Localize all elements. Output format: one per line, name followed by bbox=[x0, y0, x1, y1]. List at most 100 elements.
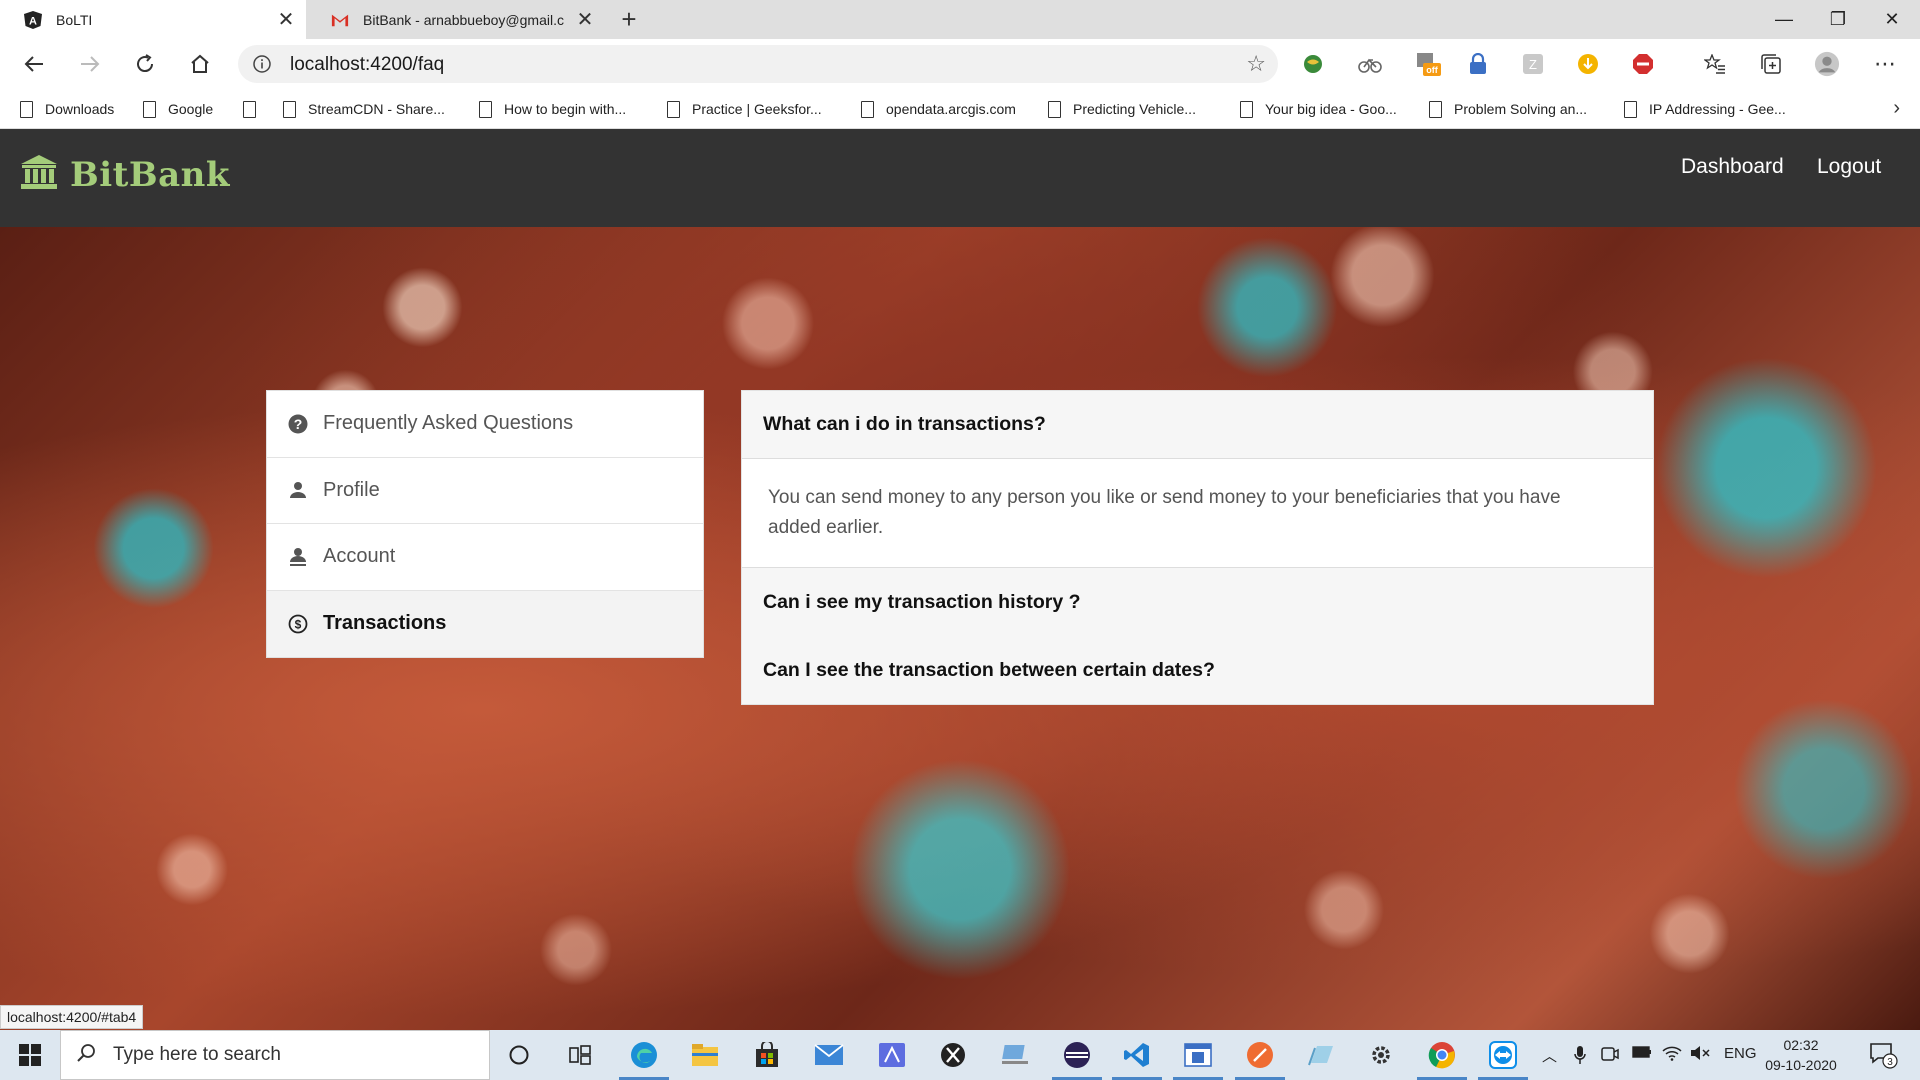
browser-tab-gmail[interactable]: BitBank - arnabbueboy@gmail.c ✕ bbox=[307, 0, 605, 39]
bookmark-item[interactable]: StreamCDN - Share... bbox=[283, 89, 445, 129]
collections-icon[interactable] bbox=[1758, 51, 1784, 77]
taskbar-search-box[interactable]: Type here to search bbox=[60, 1030, 490, 1080]
wifi-icon[interactable] bbox=[1662, 1045, 1682, 1065]
browser-tab-bar: A BoLTI ✕ BitBank - arnabbueboy@gmail.c … bbox=[0, 0, 1920, 39]
brand-name: BitBank bbox=[70, 154, 230, 195]
sidebar-item-faq[interactable]: ? Frequently Asked Questions bbox=[267, 391, 703, 458]
gmail-favicon-icon bbox=[331, 11, 349, 29]
site-info-icon[interactable] bbox=[252, 54, 272, 79]
volume-muted-icon[interactable] bbox=[1690, 1045, 1710, 1065]
clock-time: 02:32 bbox=[1783, 1037, 1819, 1053]
file-explorer-icon[interactable] bbox=[688, 1038, 722, 1072]
person-icon bbox=[287, 479, 309, 501]
back-button[interactable] bbox=[16, 46, 52, 82]
favorites-list-icon[interactable] bbox=[1702, 51, 1728, 77]
cortana-icon[interactable] bbox=[502, 1038, 536, 1072]
faq-question[interactable]: What can i do in transactions? bbox=[742, 391, 1653, 459]
faq-question[interactable]: Can i see my transaction history ? bbox=[742, 568, 1653, 636]
tab-close-icon[interactable]: ✕ bbox=[573, 7, 597, 32]
extension-globe-icon[interactable] bbox=[1300, 51, 1326, 77]
notification-center-icon[interactable]: 3 bbox=[1866, 1038, 1900, 1072]
microphone-icon[interactable] bbox=[1574, 1045, 1586, 1069]
chrome-icon[interactable] bbox=[1417, 1038, 1467, 1080]
sidebar-item-profile[interactable]: Profile bbox=[267, 458, 703, 524]
page-icon bbox=[283, 100, 296, 118]
url-bar[interactable]: localhost:4200/faq ☆ bbox=[238, 45, 1278, 83]
language-indicator[interactable]: ENG bbox=[1724, 1045, 1757, 1062]
favorite-star-icon[interactable]: ☆ bbox=[1246, 51, 1266, 77]
bookmark-item[interactable]: Practice | Geeksfor... bbox=[667, 89, 822, 129]
nav-logout-link[interactable]: Logout bbox=[1817, 155, 1881, 179]
extension-badge: off bbox=[1426, 65, 1438, 75]
chevron-up-icon[interactable]: ︿ bbox=[1542, 1045, 1557, 1066]
app-navbar: BitBank Dashboard Logout bbox=[0, 129, 1920, 227]
question-circle-icon: ? bbox=[287, 413, 309, 435]
person-account-icon bbox=[287, 546, 309, 568]
bookmark-item[interactable]: Downloads bbox=[20, 89, 114, 129]
start-button[interactable] bbox=[0, 1030, 60, 1080]
mail-icon[interactable] bbox=[812, 1038, 846, 1072]
home-button[interactable] bbox=[182, 46, 218, 82]
extension-download-icon[interactable] bbox=[1575, 51, 1601, 77]
bookmark-item[interactable]: How to begin with... bbox=[479, 89, 626, 129]
extension-coupon-icon[interactable]: off bbox=[1415, 51, 1441, 77]
sidebar-item-transactions[interactable]: $ Transactions bbox=[267, 590, 703, 657]
battery-icon[interactable] bbox=[1632, 1045, 1652, 1062]
faq-accordion: What can i do in transactions? You can s… bbox=[741, 390, 1654, 705]
bookmark-item[interactable]: Your big idea - Goo... bbox=[1240, 89, 1397, 129]
teamviewer-icon[interactable] bbox=[1478, 1038, 1528, 1080]
page-icon bbox=[1429, 100, 1442, 118]
tab-title: BoLTI bbox=[56, 11, 93, 28]
sidebar-item-label: Frequently Asked Questions bbox=[323, 412, 574, 435]
sidebar-item-label: Account bbox=[323, 545, 396, 568]
page-icon bbox=[667, 100, 680, 118]
bookmark-item[interactable] bbox=[243, 89, 268, 129]
forward-button[interactable] bbox=[72, 46, 108, 82]
store-icon[interactable] bbox=[750, 1038, 784, 1072]
postman-icon[interactable] bbox=[1235, 1038, 1285, 1080]
task-view-icon[interactable] bbox=[563, 1038, 597, 1072]
minimize-button[interactable]: — bbox=[1757, 0, 1811, 39]
url-text[interactable]: localhost:4200/faq bbox=[290, 54, 444, 76]
nav-dashboard-link[interactable]: Dashboard bbox=[1681, 155, 1784, 179]
vscode-icon[interactable] bbox=[1112, 1038, 1162, 1080]
extension-gray-icon[interactable]: Z bbox=[1520, 51, 1546, 77]
bookmark-item[interactable]: Google bbox=[143, 89, 213, 129]
more-menu-icon[interactable]: ⋯ bbox=[1872, 51, 1898, 77]
system-clock[interactable]: 02:32 09-10-2020 bbox=[1762, 1035, 1840, 1075]
edge-browser-icon[interactable] bbox=[619, 1038, 669, 1080]
page-icon bbox=[1624, 100, 1637, 118]
faq-question[interactable]: Can I see the transaction between certai… bbox=[742, 636, 1653, 704]
browser-tab-bolti[interactable]: A BoLTI ✕ bbox=[0, 0, 306, 39]
tab-title: BitBank - arnabbueboy@gmail.c bbox=[363, 11, 564, 28]
notes-app-icon[interactable] bbox=[1304, 1038, 1338, 1072]
chevron-right-icon[interactable]: › bbox=[1893, 97, 1900, 120]
bookmark-item[interactable]: Problem Solving an... bbox=[1429, 89, 1587, 129]
sidebar-item-account[interactable]: Account bbox=[267, 524, 703, 591]
bookmark-item[interactable]: opendata.arcgis.com bbox=[861, 89, 1016, 129]
settings-gear-icon[interactable] bbox=[1364, 1038, 1398, 1072]
restore-button[interactable]: ❐ bbox=[1811, 0, 1865, 39]
windows-taskbar: Type here to search ︿ ENG 02:32 09-10-20… bbox=[0, 1030, 1920, 1080]
angular-favicon-icon: A bbox=[24, 10, 42, 29]
bookmark-item[interactable]: IP Addressing - Gee... bbox=[1624, 89, 1786, 129]
new-tab-button[interactable]: + bbox=[614, 4, 644, 34]
eclipse-icon[interactable] bbox=[1052, 1038, 1102, 1080]
profile-avatar-icon[interactable] bbox=[1814, 51, 1840, 77]
window-app-icon[interactable] bbox=[1173, 1038, 1223, 1080]
xbox-icon[interactable] bbox=[936, 1038, 970, 1072]
tab-close-icon[interactable]: ✕ bbox=[274, 7, 298, 32]
brand-logo[interactable]: BitBank bbox=[20, 154, 230, 195]
bookmark-item[interactable]: Predicting Vehicle... bbox=[1048, 89, 1196, 129]
app-icon[interactable] bbox=[875, 1038, 909, 1072]
extension-adblock-icon[interactable] bbox=[1630, 51, 1656, 77]
address-toolbar: localhost:4200/faq ☆ off Z ⋯ bbox=[0, 39, 1920, 89]
laptop-app-icon[interactable] bbox=[998, 1038, 1032, 1072]
extension-bike-icon[interactable] bbox=[1357, 51, 1383, 77]
extension-lock-icon[interactable] bbox=[1465, 51, 1491, 77]
meet-now-icon[interactable] bbox=[1601, 1045, 1619, 1067]
svg-text:A: A bbox=[29, 15, 37, 27]
close-window-button[interactable]: ✕ bbox=[1865, 0, 1919, 39]
sidebar-item-label: Transactions bbox=[323, 612, 447, 635]
refresh-button[interactable] bbox=[127, 46, 163, 82]
